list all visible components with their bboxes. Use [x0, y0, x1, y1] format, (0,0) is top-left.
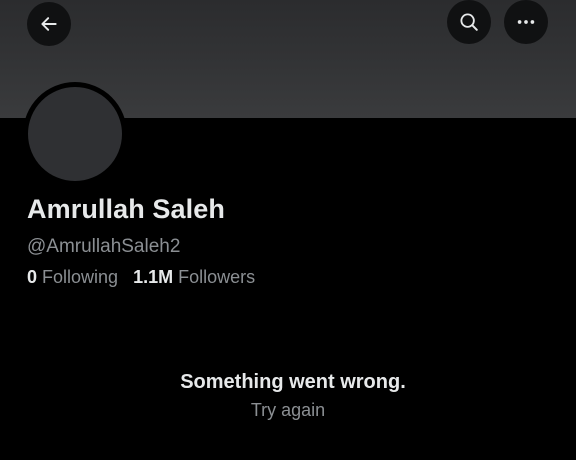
following-label: Following [42, 267, 119, 287]
follow-stats: 0 Following 1.1M Followers [27, 267, 270, 288]
back-button[interactable] [27, 2, 71, 46]
display-name: Amrullah Saleh [27, 194, 225, 224]
profile-screen: Amrullah Saleh @AmrullahSaleh2 0 Followin… [0, 0, 576, 460]
try-again-button[interactable]: Try again [251, 400, 325, 421]
following-link[interactable]: 0 Following [27, 267, 118, 288]
more-horizontal-icon [515, 11, 537, 33]
error-message: Something went wrong. [180, 371, 406, 393]
followers-link[interactable]: 1.1M Followers [133, 267, 255, 288]
error-state: Something went wrong. Try again [0, 371, 576, 421]
profile-handle: @AmrullahSaleh2 [27, 236, 181, 257]
search-icon [458, 11, 480, 33]
avatar[interactable] [28, 87, 122, 181]
arrow-left-icon [39, 14, 59, 34]
followers-count: 1.1M [133, 267, 174, 287]
search-button[interactable] [447, 0, 491, 44]
following-count: 0 [27, 267, 38, 287]
more-options-button[interactable] [504, 0, 548, 44]
followers-label: Followers [178, 267, 256, 287]
